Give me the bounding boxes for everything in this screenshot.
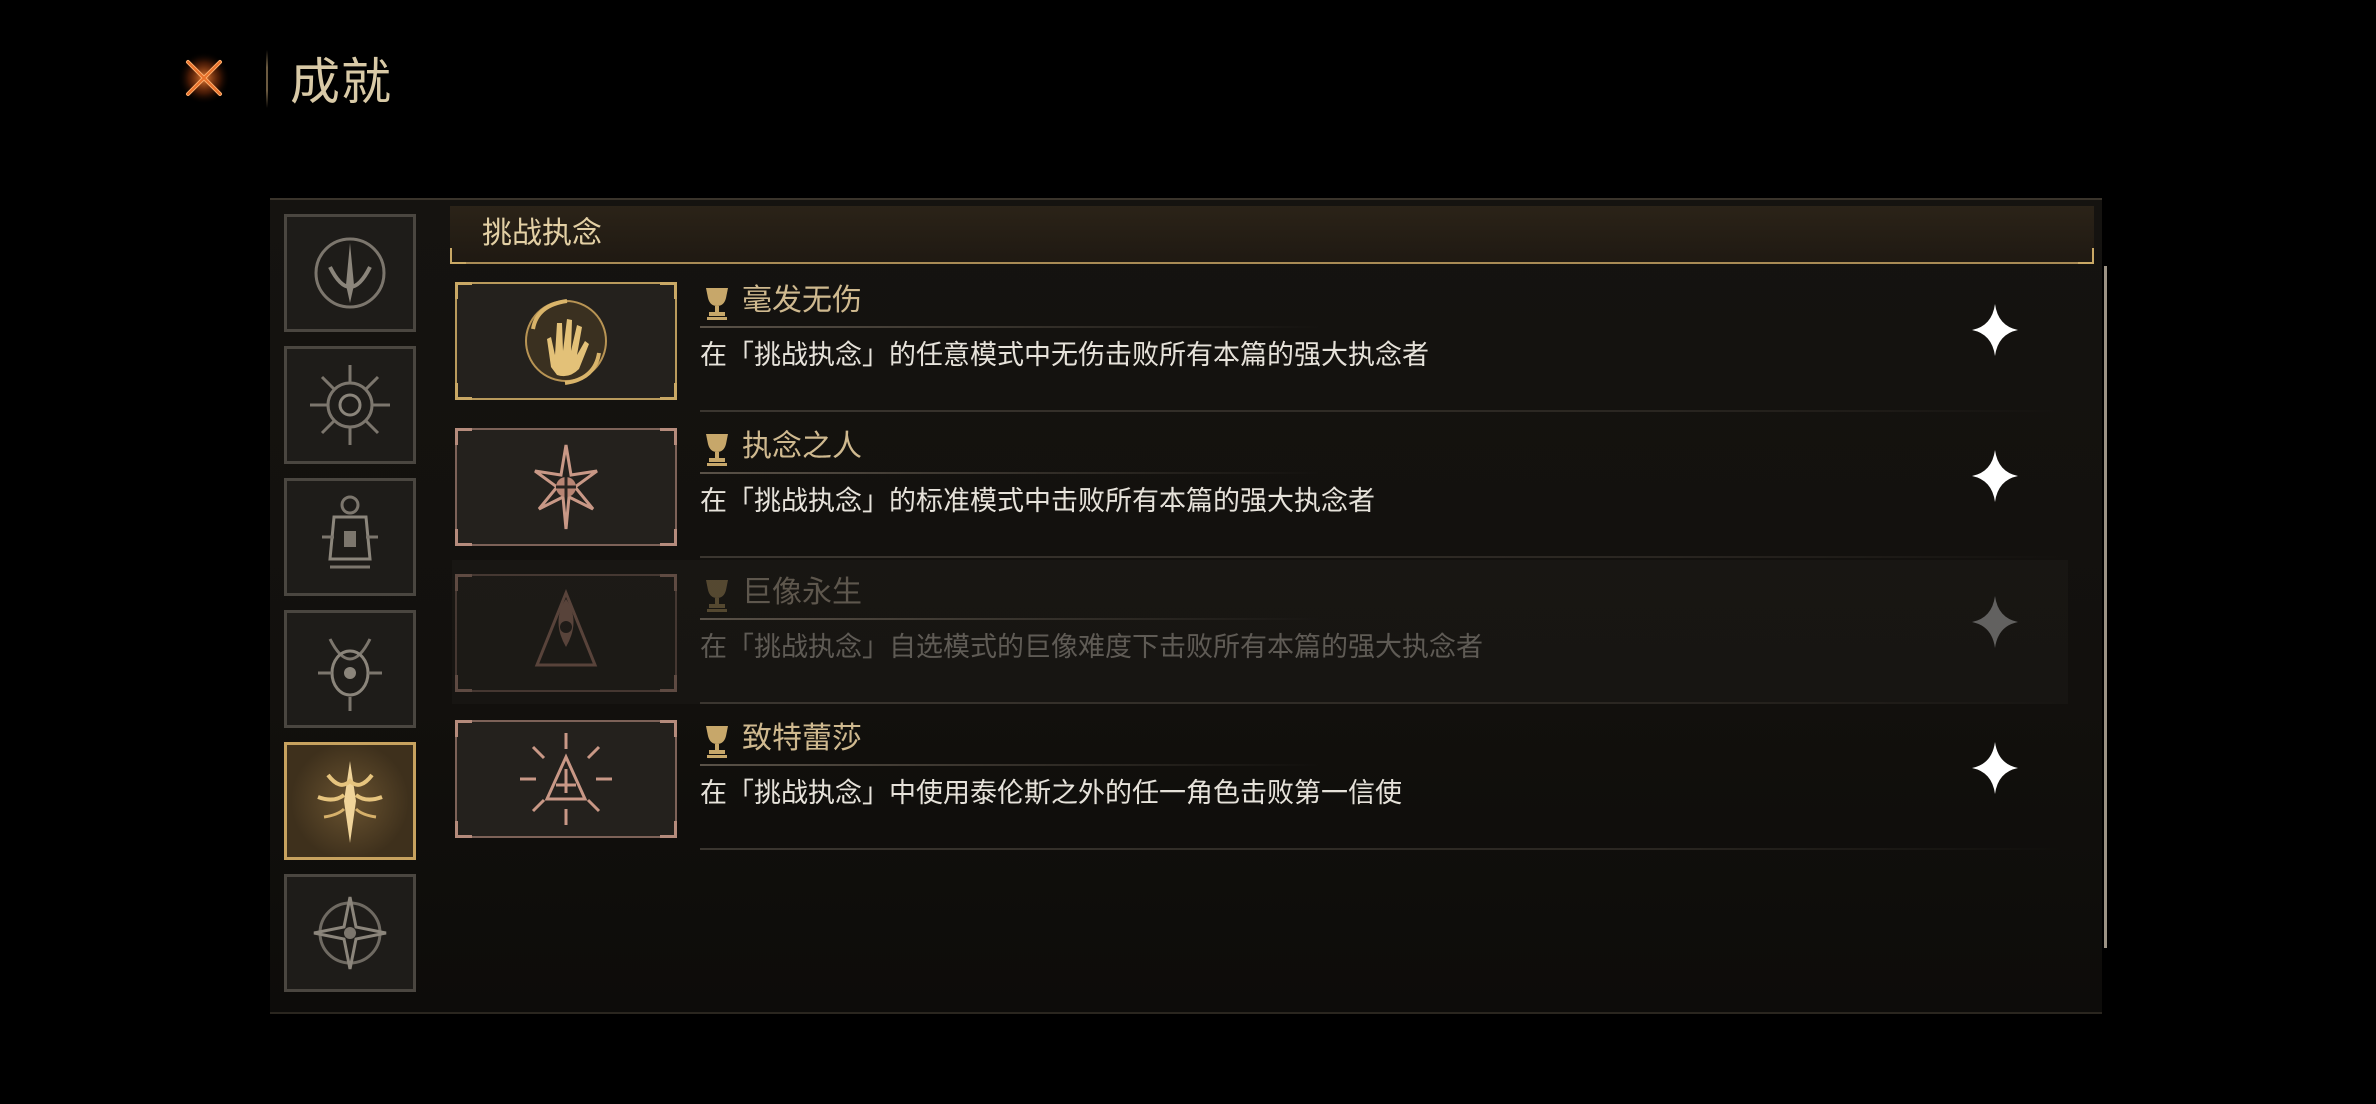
section-title: 挑战执念 [482,216,602,251]
trophy-icon [706,434,728,466]
crescent-blade-icon [314,237,386,309]
category-tab-4[interactable] [284,610,416,728]
achievement-description: 在「挑战执念」的标准模式中击败所有本篇的强大执念者 [700,486,1375,517]
name-underline [700,764,1320,766]
close-button[interactable] [176,48,232,108]
category-sidebar [282,212,422,1002]
achievement-name: 巨像永生 [742,575,862,610]
eye-triangle-icon [534,588,598,667]
page-title: 成就 [290,53,392,111]
achievement-description: 在「挑战执念」中使用泰伦斯之外的任一角色击败第一信使 [700,778,1402,809]
category-tab-5[interactable] [284,742,416,860]
category-tab-6[interactable] [284,874,416,992]
lantern-icon [322,495,378,569]
sparkle-star-icon [1972,304,2018,356]
star-compass-icon [313,896,387,970]
row-divider [700,410,2068,412]
achievement-name: 执念之人 [742,429,862,464]
name-underline [700,618,1320,620]
close-x-icon [178,52,230,104]
name-underline [700,326,1320,328]
list-scrollbar[interactable] [2104,266,2107,948]
header-corner-right [2078,248,2094,264]
title-divider [266,50,268,108]
achievement-row[interactable]: 致特蕾莎 在「挑战执念」中使用泰伦斯之外的任一角色击败第一信使 [452,706,2068,850]
trophy-icon [706,288,728,320]
achievement-description: 在「挑战执念」自选模式的巨像难度下击败所有本篇的强大执念者 [700,632,1483,663]
name-underline [700,472,1320,474]
header-corner-left [450,248,466,264]
sparkle-star-icon [1972,450,2018,502]
sparkle-star-icon [1972,742,2018,794]
radiant-sword-icon [317,761,383,843]
achievement-badge [455,428,677,546]
golden-hand-icon [525,299,607,385]
section-header: 挑战执念 [450,206,2094,264]
trophy-icon [706,580,728,612]
spiral-sun-icon [310,365,390,445]
achievement-description: 在「挑战执念」的任意模式中无伤击败所有本篇的强大执念者 [700,340,1429,371]
achievement-row[interactable]: 执念之人 在「挑战执念」的标准模式中击败所有本篇的强大执念者 [452,414,2068,558]
achievement-badge [455,574,677,692]
achievement-name: 毫发无伤 [742,283,862,318]
trophy-icon [706,726,728,758]
burst-triangle-icon [520,733,612,825]
achievement-row[interactable]: 毫发无伤 在「挑战执念」的任意模式中无伤击败所有本篇的强大执念者 [452,268,2068,412]
sparkle-star-icon [1972,596,2018,648]
row-divider [700,702,2068,704]
thorned-sigil-icon [534,444,598,530]
category-tab-2[interactable] [284,346,416,464]
row-divider [700,848,2068,850]
row-divider [700,556,2068,558]
achievement-name: 致特蕾莎 [742,721,862,756]
achievement-badge [455,720,677,838]
horned-eye-icon [318,638,382,711]
achievement-badge [455,282,677,400]
category-tab-3[interactable] [284,478,416,596]
achievement-row[interactable]: 巨像永生 在「挑战执念」自选模式的巨像难度下击败所有本篇的强大执念者 [452,560,2068,704]
category-tab-1[interactable] [284,214,416,332]
